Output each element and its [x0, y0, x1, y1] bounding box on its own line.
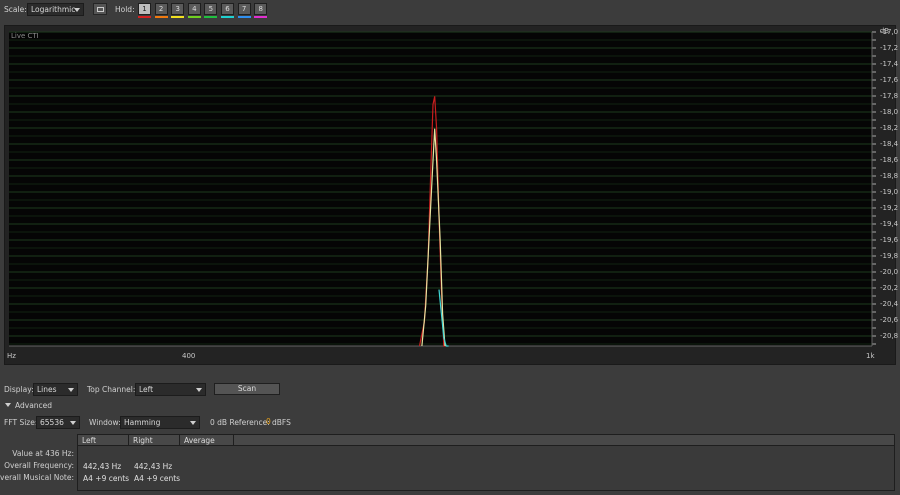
y-tick-label: -18,6: [880, 156, 899, 164]
window-value: Hamming: [124, 418, 161, 427]
y-tick-label: -20,0: [880, 268, 899, 276]
scale-label: Scale:: [4, 5, 27, 14]
column-divider: [233, 435, 234, 446]
column-header-average: Average: [184, 436, 215, 445]
hold-color-indicator: [254, 16, 268, 18]
fft-size-value: 65536: [40, 418, 64, 427]
y-tick-label: -19,2: [880, 204, 899, 212]
x-tick-label: 1k: [866, 352, 875, 360]
hold-label: Hold:: [115, 5, 135, 14]
y-tick-label: -18,8: [880, 172, 899, 180]
note-left-value: A4 +9 cents: [83, 474, 130, 483]
y-tick-label: -18,4: [880, 140, 899, 148]
spectrum-plot: [9, 31, 876, 347]
hold-color-indicator: [138, 16, 151, 18]
y-tick-label: -20,8: [880, 332, 899, 340]
hold-button-6[interactable]: 6: [221, 3, 234, 15]
hold-color-indicator: [154, 16, 168, 18]
ref-label: 0 dB Reference:: [210, 418, 270, 427]
window-icon: [97, 7, 104, 12]
spectrum-graph[interactable]: Live CTI dB -17,0 -17,2 -17,4 -17,6 -17,8 -18…: [4, 25, 899, 365]
chevron-down-icon: [68, 388, 74, 392]
y-tick-label: -19,0: [880, 188, 899, 196]
hold-button-1[interactable]: 1: [138, 3, 151, 15]
row-label-value-at: Value at 436 Hz:: [12, 449, 74, 458]
y-tick-label: -17,2: [880, 44, 899, 52]
scan-button[interactable]: Scan: [214, 383, 280, 395]
advanced-toggle[interactable]: Advanced: [15, 401, 52, 410]
y-tick-label: -20,4: [880, 300, 899, 308]
y-tick-label: -17,8: [880, 92, 899, 100]
row-label-overall-note: Overall Musical Note:: [0, 473, 74, 482]
column-header-left: Left: [82, 436, 97, 445]
window-icon-button[interactable]: [93, 3, 107, 15]
frequency-right-value: 442,43 Hz: [134, 462, 173, 471]
hold-button-2[interactable]: 2: [154, 3, 168, 15]
live-label: Live CTI: [11, 32, 39, 40]
y-tick-label: -20,2: [880, 284, 899, 292]
hold-color-indicator: [237, 16, 251, 18]
top-channel-label: Top Channel:: [87, 385, 136, 394]
y-tick-label: -18,0: [880, 108, 899, 116]
frequency-left-value: 442,43 Hz: [83, 462, 122, 471]
y-tick-label: -20,6: [880, 316, 899, 324]
hold-color-indicator: [171, 16, 185, 18]
toolbar: Scale: Logarithmic Hold: 12345678: [0, 0, 900, 20]
hold-color-indicator: [221, 16, 234, 18]
fft-size-label: FFT Size:: [4, 418, 38, 427]
ref-value[interactable]: 0: [266, 417, 271, 426]
y-tick-label: -19,8: [880, 252, 899, 260]
collapse-triangle-icon[interactable]: [5, 403, 11, 407]
chevron-down-icon: [70, 421, 76, 425]
fft-size-dropdown[interactable]: 65536: [36, 416, 80, 429]
x-unit-label: Hz: [7, 352, 16, 360]
top-channel-value: Left: [139, 385, 154, 394]
window-dropdown[interactable]: Hamming: [120, 416, 200, 429]
y-tick-label: -17,4: [880, 60, 899, 68]
results-table: Left Right Average 442,43 Hz 442,43 Hz A…: [77, 434, 895, 491]
display-dropdown[interactable]: Lines: [33, 383, 78, 396]
scale-value: Logarithmic: [31, 5, 76, 14]
hold-button-7[interactable]: 7: [237, 3, 251, 15]
table-header: Left Right Average: [78, 435, 894, 446]
x-tick-label: 400: [182, 352, 196, 360]
y-tick-label: -19,6: [880, 236, 899, 244]
chevron-down-icon: [74, 8, 80, 12]
column-header-right: Right: [133, 436, 153, 445]
column-divider: [128, 435, 129, 446]
display-value: Lines: [37, 385, 57, 394]
hold-color-indicator: [187, 16, 201, 18]
chevron-down-icon: [196, 388, 202, 392]
window-label: Window:: [89, 418, 121, 427]
ref-unit: dBFS: [272, 418, 291, 427]
y-tick-label: -17,6: [880, 76, 899, 84]
column-divider: [179, 435, 180, 446]
y-tick-label: -18,2: [880, 124, 899, 132]
chevron-down-icon: [190, 421, 196, 425]
y-tick-label: -19,4: [880, 220, 899, 228]
y-tick-label: -17,0: [880, 28, 899, 36]
note-right-value: A4 +9 cents: [134, 474, 181, 483]
hold-button-8[interactable]: 8: [254, 3, 268, 15]
display-label: Display:: [4, 385, 34, 394]
scale-dropdown[interactable]: Logarithmic: [27, 3, 84, 16]
hold-button-3[interactable]: 3: [171, 3, 185, 15]
row-label-overall-frequency: Overall Frequency:: [4, 461, 74, 470]
top-channel-dropdown[interactable]: Left: [135, 383, 206, 396]
hold-button-5[interactable]: 5: [204, 3, 218, 15]
hold-button-4[interactable]: 4: [187, 3, 201, 15]
hold-color-indicator: [204, 16, 218, 18]
